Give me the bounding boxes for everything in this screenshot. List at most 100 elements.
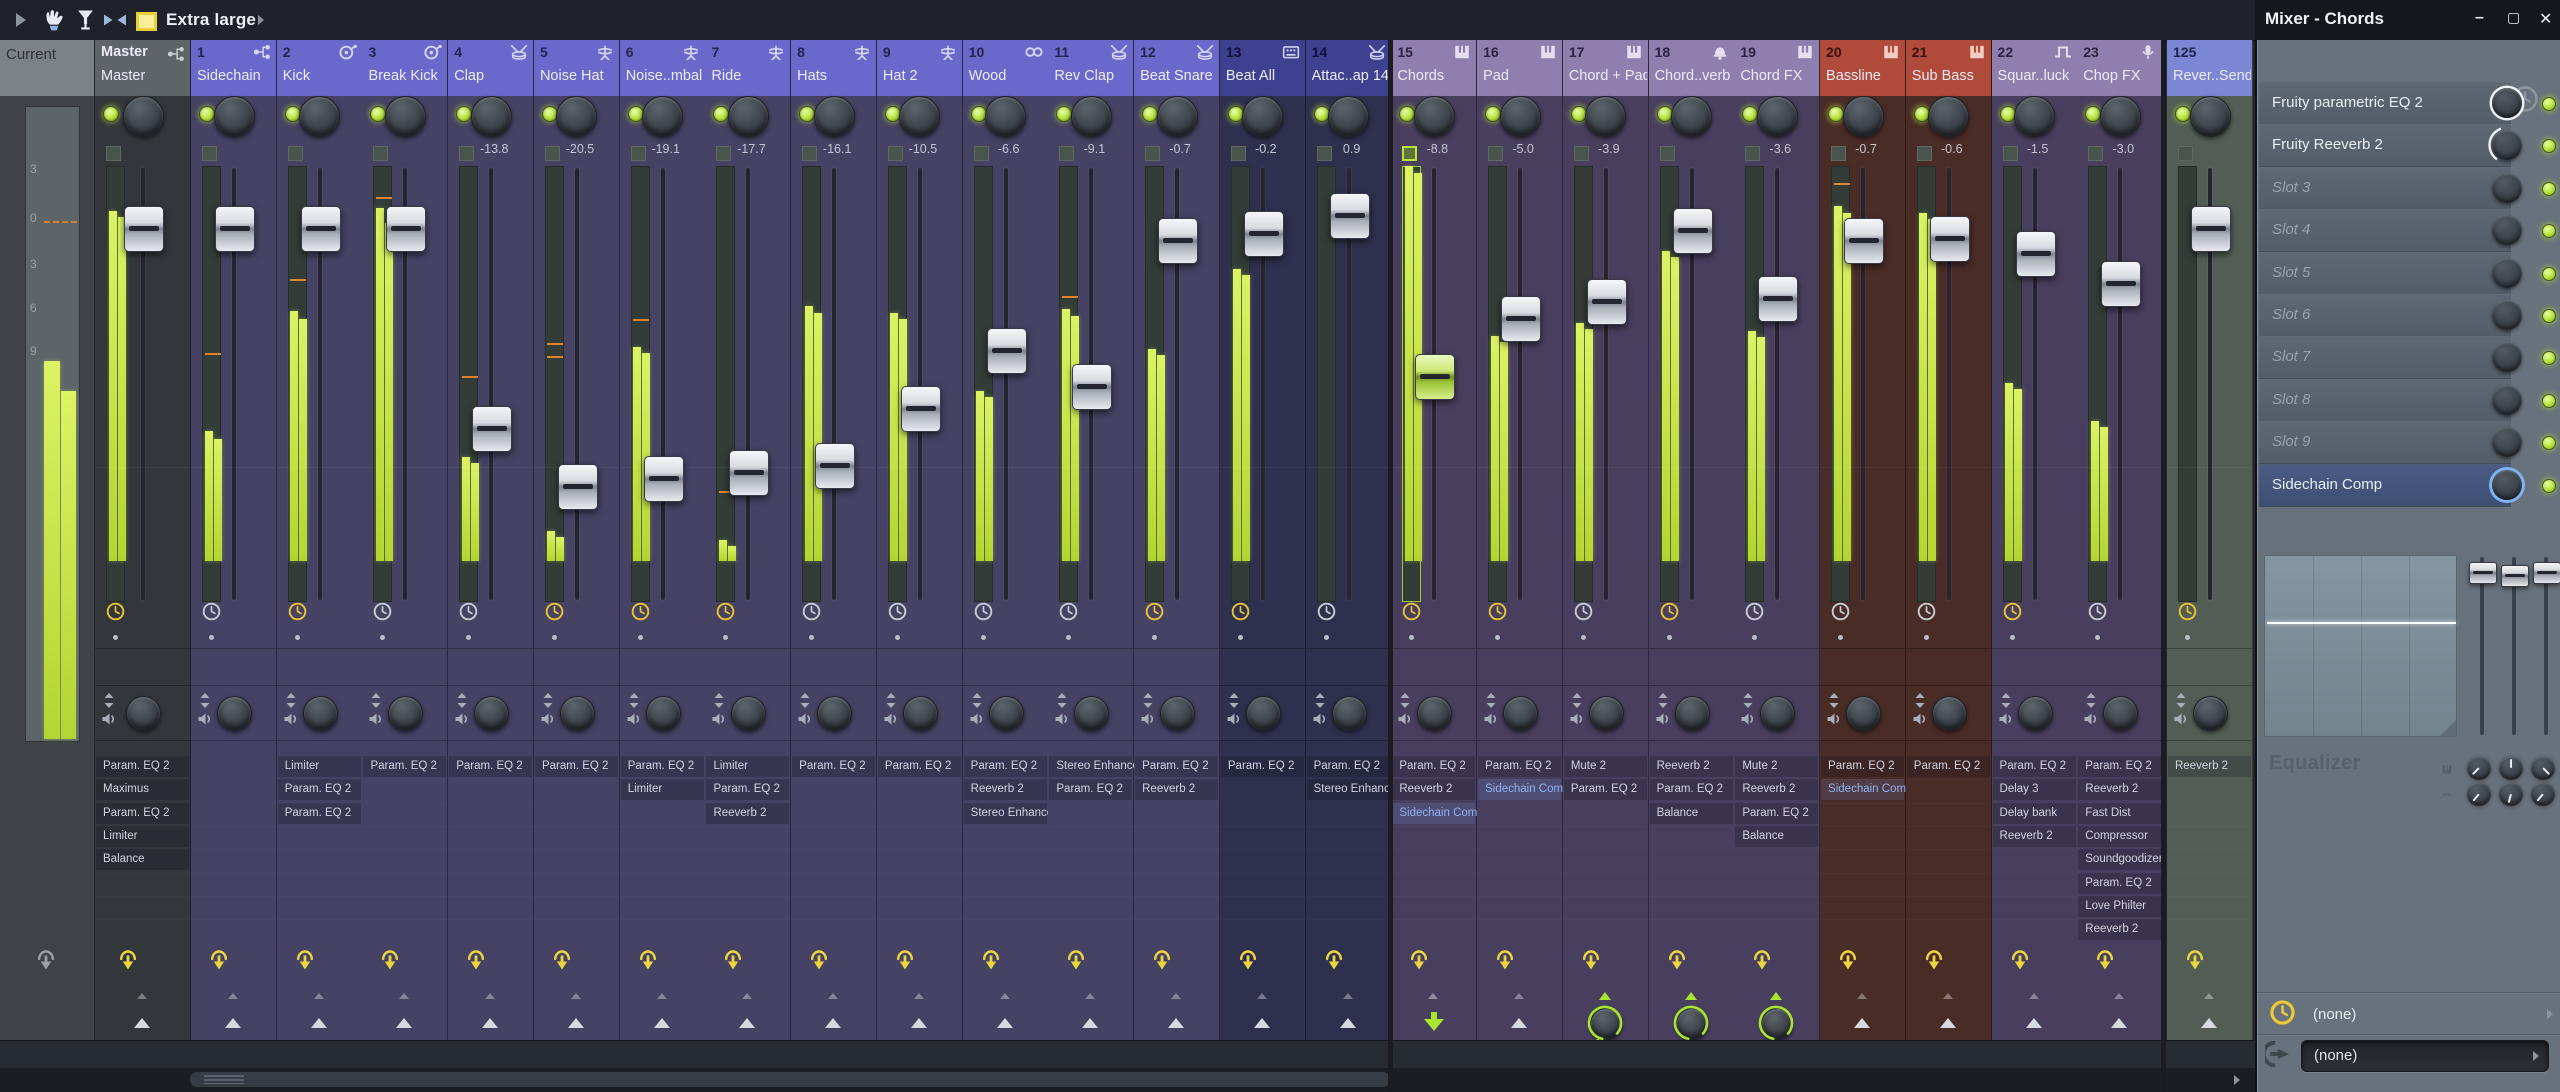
slot-mix-knob[interactable] <box>2492 342 2522 373</box>
peak-clip-indicator[interactable] <box>1488 146 1504 161</box>
pan-knob[interactable] <box>899 96 941 137</box>
peak-clip-indicator[interactable] <box>1402 146 1418 161</box>
send-to-master-switch-icon[interactable] <box>2185 948 2205 976</box>
peak-clip-indicator[interactable] <box>1659 146 1675 161</box>
effect-slot-cell[interactable]: Love Philter <box>2078 895 2162 917</box>
effect-slot-cell[interactable]: Param. EQ 2 <box>1649 779 1733 801</box>
stereo-separation-knob[interactable] <box>1417 696 1453 731</box>
pan-knob[interactable] <box>1928 96 1970 137</box>
group-color-swatch[interactable] <box>136 12 157 31</box>
effect-slot-cell[interactable]: Param. EQ 2 <box>1992 756 2076 777</box>
mixer-track-7-header[interactable]: 7 Ride <box>705 40 791 96</box>
pan-knob[interactable] <box>727 96 769 137</box>
plugin-delay-clock-icon[interactable] <box>1573 601 1595 623</box>
pan-knob[interactable] <box>1070 96 1112 137</box>
pan-knob[interactable] <box>1413 96 1455 137</box>
speaker-icon[interactable] <box>454 712 470 731</box>
mixer-track-20-header[interactable]: 20 Bassline <box>1820 40 1906 96</box>
pan-knob[interactable] <box>813 96 855 137</box>
mixer-track-5-header[interactable]: 5 Noise Hat <box>533 40 619 96</box>
volume-fader-handle[interactable] <box>1586 279 1627 325</box>
speaker-icon[interactable] <box>883 712 899 731</box>
speaker-icon[interactable] <box>969 712 985 731</box>
route-up-small-icon[interactable] <box>2204 993 2214 999</box>
slot-mix-knob[interactable] <box>2492 384 2522 415</box>
effect-slot-cell[interactable]: Reeverb 2 <box>1735 779 1819 801</box>
pan-knob[interactable] <box>470 96 512 137</box>
route-up-icon[interactable] <box>825 1018 842 1028</box>
track-enable-led[interactable] <box>2175 106 2191 122</box>
graph-resize-handle[interactable] <box>2440 720 2456 736</box>
pan-knob[interactable] <box>1756 96 1798 137</box>
route-up-small-icon[interactable] <box>1514 993 1525 999</box>
volume-fader-handle[interactable] <box>1243 211 1284 257</box>
plugin-delay-clock-icon[interactable] <box>1230 601 1252 623</box>
effect-slot-cell[interactable]: Fast Dist <box>2078 802 2162 824</box>
effect-slot-cell[interactable]: Param. EQ 2 <box>620 756 704 777</box>
route-up-small-icon[interactable] <box>2114 993 2125 999</box>
send-to-master-switch-icon[interactable] <box>2010 948 2030 976</box>
effect-slot-cell[interactable]: Param. EQ 2 <box>877 756 961 777</box>
eq-knob-6[interactable] <box>2531 782 2555 806</box>
track-enable-led[interactable] <box>1742 106 1759 122</box>
route-up-icon[interactable] <box>134 1018 150 1028</box>
funnel-icon[interactable] <box>76 8 95 37</box>
volume-fader-handle[interactable] <box>815 443 856 489</box>
track-enable-led[interactable] <box>1056 106 1073 122</box>
peak-clip-indicator[interactable] <box>887 146 903 161</box>
send-to-master-switch-icon[interactable] <box>1152 948 1172 976</box>
stereo-separation-knob[interactable] <box>902 696 938 731</box>
send-to-master-switch-icon[interactable] <box>295 948 315 976</box>
route-up-small-icon[interactable] <box>1428 993 1439 999</box>
send-to-master-switch-icon[interactable] <box>1924 948 1944 976</box>
route-up-icon[interactable] <box>1511 1018 1528 1028</box>
eq-slider-handle[interactable] <box>2469 562 2497 584</box>
speaker-icon[interactable] <box>1912 712 1928 731</box>
route-up-icon[interactable] <box>1939 1018 1956 1028</box>
plugin-delay-clock-icon[interactable] <box>458 601 480 623</box>
slot-mix-knob[interactable] <box>2492 427 2522 458</box>
route-up-icon[interactable] <box>996 1018 1013 1028</box>
eq-slider-handle[interactable] <box>2501 565 2529 587</box>
pan-knob[interactable] <box>1585 96 1627 137</box>
slot-mix-knob[interactable] <box>2492 172 2522 203</box>
view-size-label[interactable]: Extra large <box>166 10 256 30</box>
route-up-small-icon[interactable] <box>1342 993 1353 999</box>
mixer-track-4-header[interactable]: 4 Clap <box>448 40 534 96</box>
effect-slot-cell[interactable]: Limiter <box>620 779 704 801</box>
peak-clip-indicator[interactable] <box>802 146 818 161</box>
plugin-delay-clock-icon[interactable] <box>2087 601 2109 623</box>
peak-clip-indicator[interactable] <box>373 146 389 161</box>
mixer-track-19-header[interactable]: 19 Chord FX <box>1734 40 1820 96</box>
speaker-icon[interactable] <box>1740 712 1756 731</box>
plugin-delay-clock-icon[interactable] <box>2177 601 2199 623</box>
slot-enable-led[interactable] <box>2542 393 2556 408</box>
effect-slot-cell[interactable]: Param. EQ 2 <box>1392 756 1476 777</box>
effect-slot-cell[interactable]: Param. EQ 2 <box>449 756 533 777</box>
peak-clip-indicator[interactable] <box>2002 146 2018 161</box>
route-up-icon[interactable] <box>1854 1018 1871 1028</box>
mixer-track-22-header[interactable]: 22 Squar..luck <box>1991 40 2077 96</box>
speaker-icon[interactable] <box>283 712 299 731</box>
effect-slot-cell[interactable]: Balance <box>1649 802 1733 824</box>
speaker-icon[interactable] <box>1655 712 1671 731</box>
stereo-separation-knob[interactable] <box>474 696 510 731</box>
speaker-icon[interactable] <box>2173 712 2189 731</box>
effect-slot-cell[interactable]: Param. EQ 2 <box>1478 756 1562 777</box>
speaker-icon[interactable] <box>1397 712 1413 731</box>
time-selector-caret-icon[interactable] <box>2547 1009 2553 1019</box>
pan-knob[interactable] <box>642 96 684 137</box>
peak-clip-indicator[interactable] <box>630 146 646 161</box>
effect-slot-cell[interactable]: Sidechain Comp <box>1478 779 1569 801</box>
send-to-master-switch-icon[interactable] <box>1838 948 1858 976</box>
volume-fader-handle[interactable] <box>2101 261 2142 307</box>
minimize-button[interactable]: – <box>2475 9 2484 27</box>
effect-slot-cell[interactable]: Sidechain Comp <box>1821 779 1912 801</box>
stereo-separation-knob[interactable] <box>1846 696 1882 731</box>
effect-slot-cell[interactable]: Param. EQ 2 <box>1306 756 1390 777</box>
peak-clip-indicator[interactable] <box>1831 146 1847 161</box>
mixer-track-17-header[interactable]: 17 Chord + Pad <box>1562 40 1648 96</box>
volume-fader-handle[interactable] <box>1929 216 1970 262</box>
slot-mix-knob[interactable] <box>2492 88 2522 118</box>
route-up-icon[interactable] <box>1168 1018 1185 1028</box>
